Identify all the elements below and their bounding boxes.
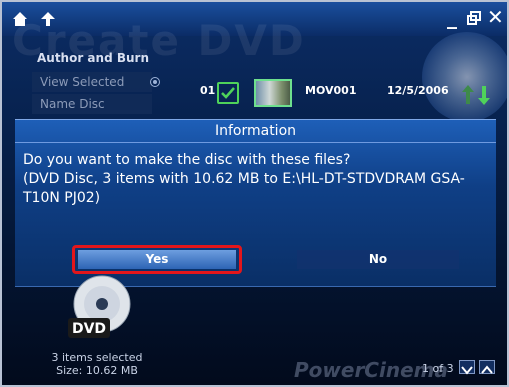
view-selected-option[interactable]: View Selected [32, 72, 152, 92]
video-thumbnail [254, 79, 292, 107]
chevron-up-icon [481, 365, 493, 374]
items-selected-text: 3 items selected [51, 351, 143, 364]
back-icon[interactable] [40, 11, 56, 27]
menu-title: Author and Burn [36, 51, 149, 65]
app-window: Create DVD _ ✕ Author and Burn View Sele… [0, 0, 509, 387]
chevron-down-icon [461, 366, 473, 375]
yes-button[interactable]: Yes [78, 250, 236, 269]
disc-decoration [422, 32, 507, 122]
file-name: MOV001 [305, 84, 357, 97]
restore-icon[interactable] [467, 11, 481, 25]
no-button[interactable]: No [297, 250, 459, 269]
checkbox-checked-icon[interactable] [217, 82, 239, 104]
dialog-message-line: Do you want to make the disc with these … [23, 152, 351, 168]
dialog-message-line: T10N PJ02) [23, 190, 101, 206]
dialog-divider [15, 142, 496, 143]
minimize-icon[interactable]: _ [447, 5, 457, 29]
dialog-message-line: (DVD Disc, 3 items with 10.62 MB to E:\H… [23, 171, 465, 187]
file-index: 01 [200, 84, 216, 97]
dvd-disc-icon: DVD [68, 275, 131, 338]
radio-icon[interactable] [150, 77, 160, 87]
dialog-title: Information [214, 123, 297, 139]
dialog-message: Do you want to make the disc with these … [23, 151, 493, 208]
file-date: 12/5/2006 [387, 84, 449, 97]
name-disc-option[interactable]: Name Disc [32, 94, 152, 114]
home-icon[interactable] [12, 11, 28, 27]
dvd-disc-label: DVD [72, 321, 106, 337]
page-up-button[interactable] [479, 360, 495, 374]
close-icon[interactable]: ✕ [487, 5, 504, 29]
page-down-button[interactable] [459, 360, 475, 375]
size-text: Size: 10.62 MB [56, 364, 138, 377]
page-indicator: 1 of 3 [422, 362, 454, 375]
reorder-arrows-icon[interactable] [462, 84, 494, 106]
